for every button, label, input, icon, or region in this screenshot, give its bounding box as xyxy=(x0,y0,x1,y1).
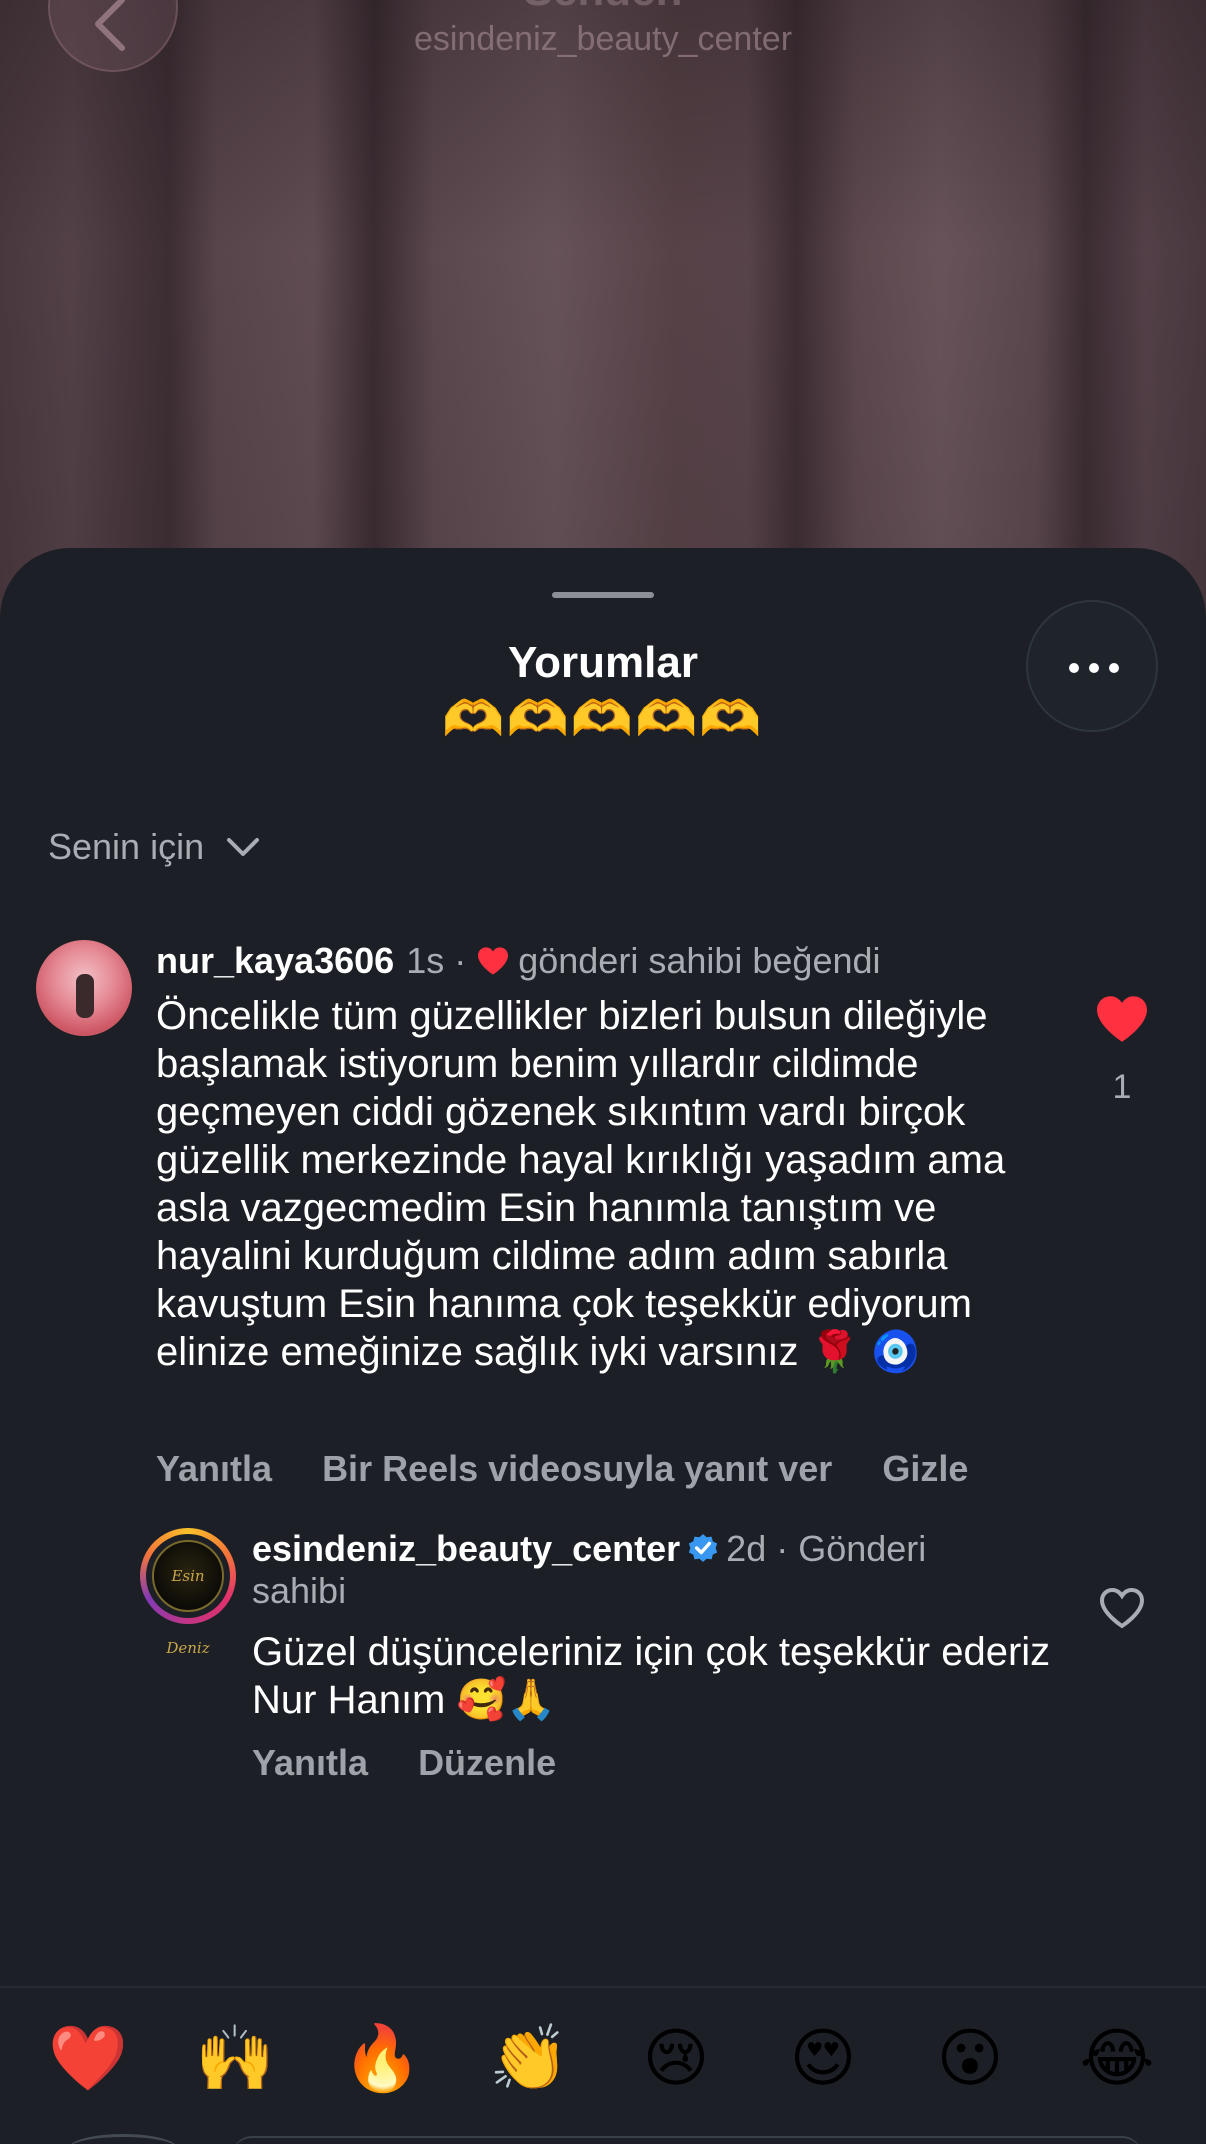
more-options-button[interactable] xyxy=(1026,600,1158,732)
comment-time: 1s xyxy=(406,940,445,981)
comment-username[interactable]: nur_kaya3606 xyxy=(156,940,394,982)
app-root: Senden esindeniz_beauty_center Yorumlar … xyxy=(0,0,1206,2144)
like-heart-outline-icon[interactable] xyxy=(1098,1586,1146,1630)
ellipsis-icon xyxy=(1069,663,1119,673)
reaction-surprised[interactable]: 😮 xyxy=(920,2018,1020,2098)
comment-header: nur_kaya3606 1s · gönderi sahibi beğendi xyxy=(156,940,881,982)
like-heart-filled-icon[interactable] xyxy=(1094,994,1150,1044)
reply-text: Güzel düşünceleriniz için çok teşekkür e… xyxy=(252,1630,1051,1722)
chevron-down-icon xyxy=(227,838,260,856)
reaction-raised-hands[interactable]: 🙌 xyxy=(185,2018,285,2098)
reaction-fire[interactable]: 🔥 xyxy=(332,2018,432,2098)
liked-by-author-label: gönderi sahibi beğendi xyxy=(518,940,881,981)
comment-input[interactable] xyxy=(232,2136,1142,2144)
reaction-heart-eyes[interactable]: 😍 xyxy=(773,2018,873,2098)
sort-label: Senin için xyxy=(48,826,205,867)
reaction-laughing[interactable]: 😂 xyxy=(1067,2018,1167,2098)
reaction-crying[interactable]: 😢 xyxy=(626,2018,726,2098)
sort-dropdown[interactable]: Senin için xyxy=(48,826,260,868)
reply-header: esindeniz_beauty_center 2d · Gönderi sah… xyxy=(252,1528,1012,1612)
reply-username[interactable]: esindeniz_beauty_center xyxy=(252,1528,680,1569)
reel-title: Senden xyxy=(0,0,1206,16)
sheet-title-emojis: 🫶🫶🫶🫶🫶 xyxy=(442,691,764,747)
meta-separator: · xyxy=(454,940,467,981)
comment-actions: Yanıtla Bir Reels videosuyla yanıt ver G… xyxy=(156,1448,1018,1490)
comments-sheet: Yorumlar 🫶🫶🫶🫶🫶 Senin için nur_kaya3606 1… xyxy=(0,548,1206,2144)
edit-button[interactable]: Düzenle xyxy=(418,1742,556,1784)
avatar-logo-text: Esin Deniz xyxy=(166,1567,210,1657)
verified-badge-icon xyxy=(689,1534,718,1562)
heart-icon xyxy=(478,947,509,975)
emoji-reaction-bar: ❤️ 🙌 🔥 👏 😢 😍 😮 😂 xyxy=(0,2018,1206,2098)
reaction-clap[interactable]: 👏 xyxy=(479,2018,579,2098)
reply-button[interactable]: Yanıtla xyxy=(156,1448,272,1490)
reel-account[interactable]: esindeniz_beauty_center xyxy=(0,20,1206,59)
hide-button[interactable]: Gizle xyxy=(882,1448,968,1490)
reply-button[interactable]: Yanıtla xyxy=(252,1742,368,1784)
sheet-grabber[interactable] xyxy=(552,592,654,598)
avatar[interactable] xyxy=(36,940,132,1036)
video-overlay xyxy=(0,0,1206,620)
reply-with-reel-button[interactable]: Bir Reels videosuyla yanıt ver xyxy=(322,1448,832,1490)
reaction-heart[interactable]: ❤️ xyxy=(38,2018,138,2098)
comment-text: Öncelikle tüm güzellikler bizleri bulsun… xyxy=(156,994,1006,1374)
reply-actions: Yanıtla Düzenle xyxy=(252,1742,606,1784)
divider xyxy=(0,1986,1206,1988)
like-count: 1 xyxy=(1112,1068,1132,1106)
